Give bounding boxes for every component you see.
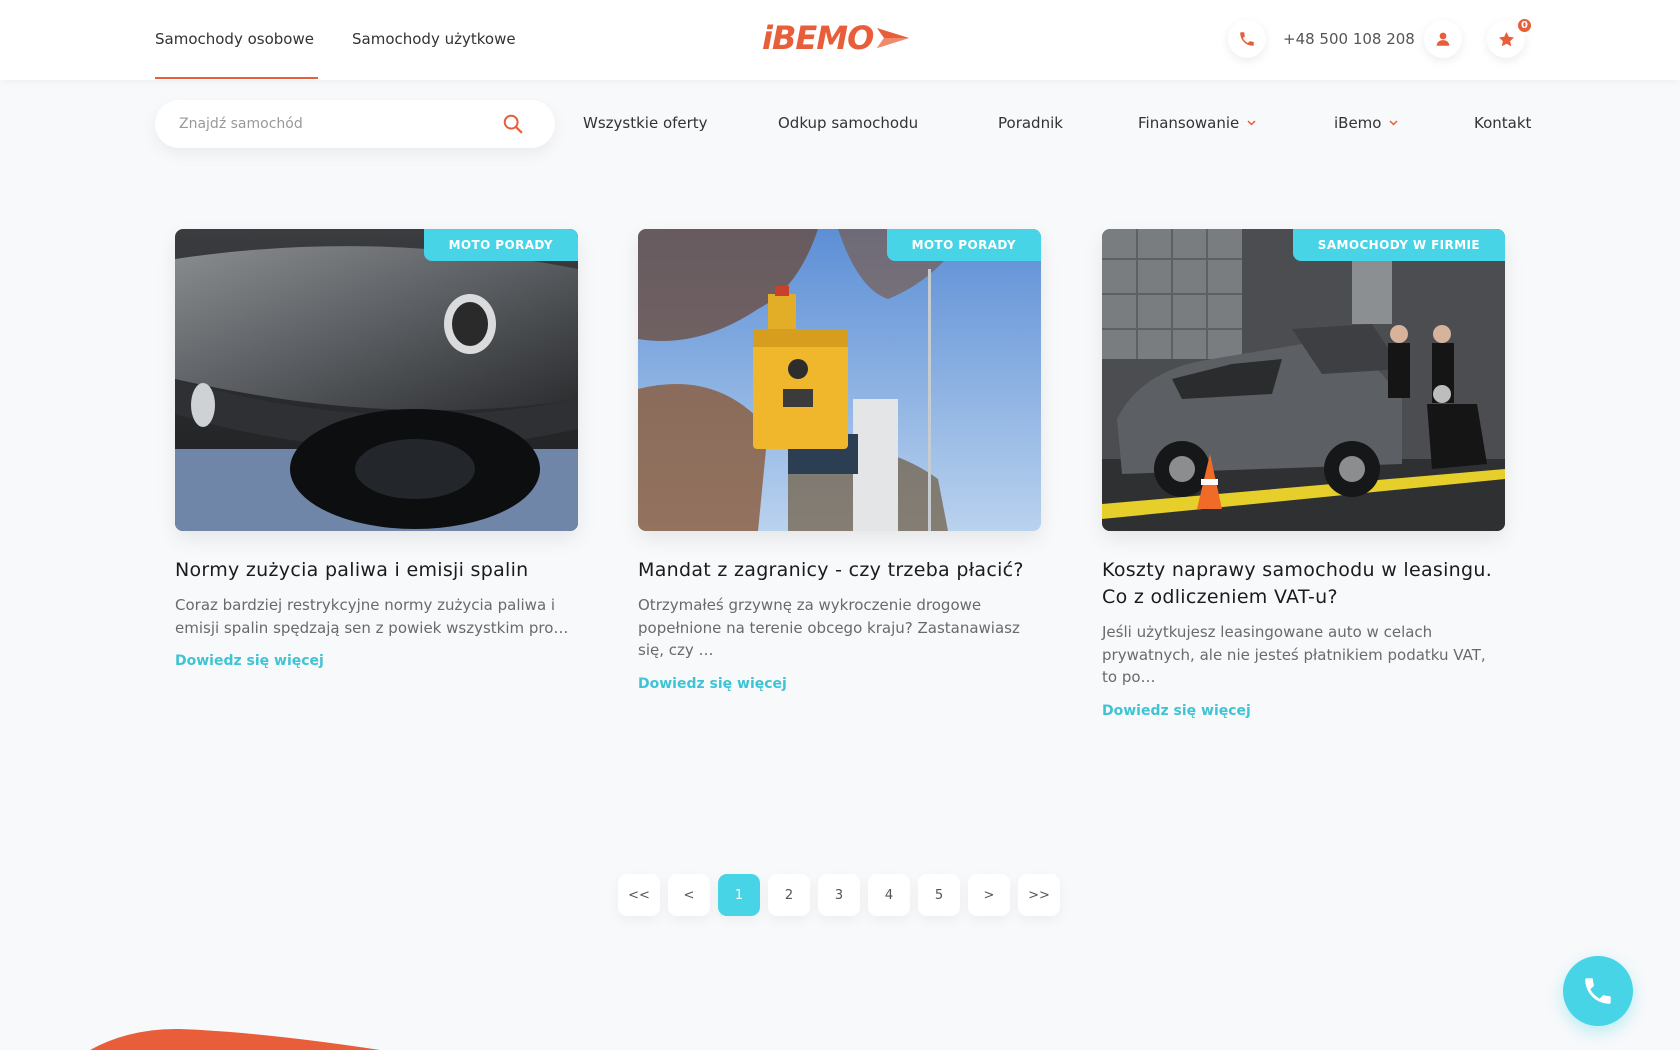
logo-arrow-icon [877,28,910,48]
active-tab-indicator [155,77,318,79]
read-more-link[interactable]: Dowiedz się więcej [638,676,787,692]
nav-contact[interactable]: Kontakt [1474,114,1531,132]
category-tag[interactable]: MOTO PORADY [423,229,578,261]
chevron-down-icon [1389,120,1399,126]
read-more-link[interactable]: Dowiedz się więcej [1102,703,1251,719]
article-image-link[interactable]: MOTO PORADY [638,229,1041,531]
star-icon [1498,31,1514,46]
phone-number[interactable]: +48 500 108 208 [1283,30,1415,48]
nav-financing[interactable]: Finansowanie [1138,114,1256,132]
nav-all-offers[interactable]: Wszystkie oferty [583,114,708,132]
favorites-count-badge: 0 [1516,17,1533,34]
search-input[interactable] [179,112,479,136]
nav-guide[interactable]: Poradnik [998,114,1063,132]
chevron-down-icon [1247,120,1256,126]
nav-label: Kontakt [1474,114,1532,132]
damaged-car-inspection-image [1102,229,1505,531]
article-title[interactable]: Normy zużycia paliwa i emisji spalin [175,557,578,584]
page-button-4[interactable]: 4 [868,874,910,916]
top-bar: Samochody osobowe Samochody użytkowe iBE… [0,0,1680,80]
call-us-floating-button[interactable] [1563,956,1633,1026]
logo[interactable]: iBEMO [762,18,911,58]
tab-commercial-vehicles[interactable]: Samochody użytkowe [352,30,516,48]
article-image-link[interactable]: SAMOCHODY W FIRMIE [1102,229,1505,531]
category-tag[interactable]: MOTO PORADY [886,229,1041,261]
article-card: MOTO PORADY Mandat z zagranicy - czy trz… [638,229,1041,692]
next-page-button[interactable]: > [968,874,1010,916]
article-card: MOTO PORADY Normy zużycia paliwa i emisj… [175,229,578,669]
nav-label: Poradnik [998,114,1063,132]
user-icon [1436,32,1450,46]
phone-icon [1240,32,1254,46]
nav-label: iBemo [1334,114,1382,132]
last-page-button[interactable]: >> [1018,874,1060,916]
car-exhaust-pipe-image [175,229,578,531]
pagination: << < 1 2 3 4 5 > >> [618,874,1068,916]
nav-car-buyback[interactable]: Odkup samochodu [778,114,918,132]
article-excerpt: Coraz bardziej restrykcyjne normy zużyci… [175,596,569,637]
page-button-1[interactable]: 1 [718,874,760,916]
category-tag[interactable]: SAMOCHODY W FIRMIE [1292,229,1505,261]
page-button-5[interactable]: 5 [918,874,960,916]
tab-passenger-cars[interactable]: Samochody osobowe [155,30,314,48]
page-button-3[interactable]: 3 [818,874,860,916]
logo-text: iBEMO [762,19,874,57]
speed-camera-image [638,229,1041,531]
nav-label: Wszystkie oferty [583,114,708,132]
article-title[interactable]: Koszty naprawy samochodu w leasingu. Co … [1102,557,1505,611]
article-excerpt: Otrzymałeś grzywnę za wykroczenie drogow… [638,596,1020,659]
search-box [155,100,555,148]
article-title[interactable]: Mandat z zagranicy - czy trzeba płacić? [638,557,1041,584]
article-excerpt: Jeśli użytkujesz leasingowane auto w cel… [1102,623,1486,686]
read-more-link[interactable]: Dowiedz się więcej [175,653,324,669]
footer-wave-decoration [90,1028,380,1050]
first-page-button[interactable]: << [618,874,660,916]
account-button[interactable] [1424,20,1462,58]
article-card: SAMOCHODY W FIRMIE Koszty naprawy samoch… [1102,229,1505,719]
nav-label: Odkup samochodu [778,114,919,132]
nav-ibemo[interactable]: iBemo [1334,114,1399,132]
phone-icon [1585,978,1611,1004]
nav-label: Finansowanie [1138,114,1240,132]
prev-page-button[interactable]: < [668,874,710,916]
page-button-2[interactable]: 2 [768,874,810,916]
search-icon[interactable] [502,113,524,135]
phone-button[interactable] [1228,20,1266,58]
article-image-link[interactable]: MOTO PORADY [175,229,578,531]
